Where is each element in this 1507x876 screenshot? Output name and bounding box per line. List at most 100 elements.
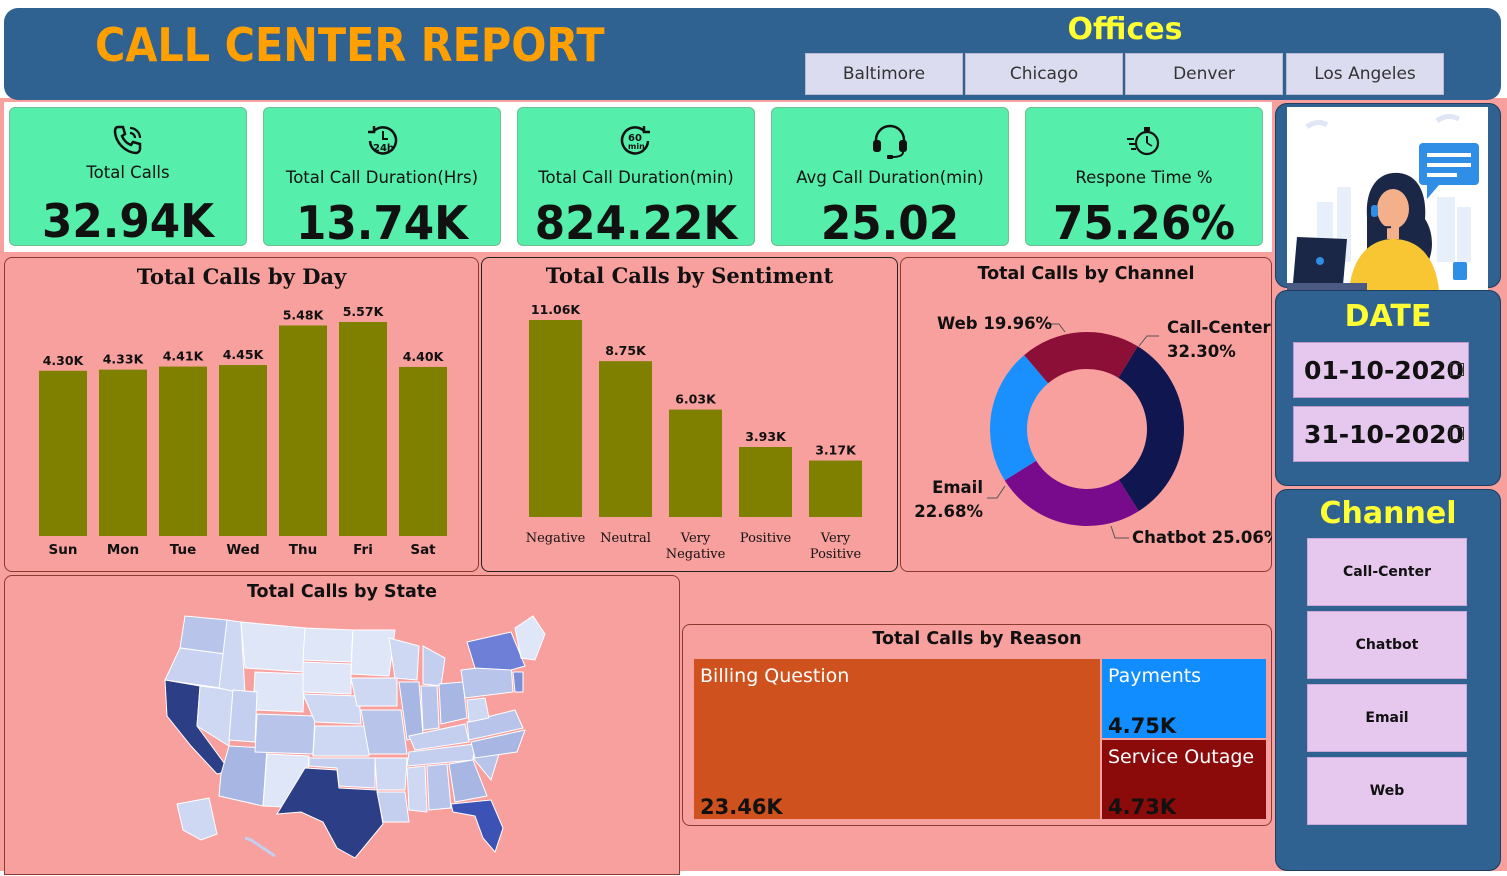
slice-label: Email	[932, 478, 983, 497]
donut-slice[interactable]	[1004, 460, 1139, 526]
chart-calls-by-sentiment: 11.06KNegative8.75KNeutral6.03KVeryNegat…	[526, 302, 862, 562]
state-michigan	[422, 645, 446, 687]
bar[interactable]	[39, 370, 87, 536]
panel-calls-by-day: Total Calls by Day 4.30K Sun 4.33K Mon 4.41K…	[4, 257, 479, 572]
kpi-label: Avg Call Duration(min)	[796, 168, 984, 187]
slice-label: Web 19.96%	[937, 314, 1053, 333]
bar[interactable]	[599, 361, 652, 517]
date-label: DATE	[1344, 299, 1432, 334]
state-minnesota	[350, 629, 396, 677]
data-label: 11.06K	[531, 302, 582, 317]
bar[interactable]	[669, 409, 722, 517]
category-label: Fri	[353, 542, 373, 558]
data-label: 4.41K	[163, 349, 205, 364]
bar[interactable]	[219, 365, 267, 536]
category-label: Negative	[526, 531, 586, 546]
treemap-tile-billing-question[interactable]: Billing Question 23.46K	[693, 658, 1101, 820]
panel-calls-by-reason: Total Calls by Reason Billing Question 2…	[682, 624, 1272, 826]
kpi-value: 824.22K	[534, 196, 738, 250]
bar[interactable]	[339, 322, 387, 536]
kpi-card-total-call-duration-min: 60 min Total Call Duration(min) 824.22K	[517, 107, 755, 250]
state-iowa	[350, 677, 398, 707]
treemap-value: 4.73K	[1108, 795, 1177, 819]
state-utah	[228, 689, 258, 743]
calendar-icon[interactable]	[1450, 363, 1464, 376]
state-hawaii	[244, 836, 276, 858]
phone-icon	[10, 122, 246, 158]
us-state-map[interactable]	[5, 576, 681, 876]
treemap-value: 23.46K	[700, 795, 783, 819]
channel-button-web[interactable]: Web	[1307, 757, 1467, 825]
kpi-label: Total Call Duration(Hrs)	[285, 168, 479, 187]
category-label: Neutral	[600, 531, 651, 546]
date-to-value: 31-10-2020	[1304, 419, 1464, 449]
office-button-baltimore[interactable]: Baltimore	[805, 53, 963, 95]
kpi-label: Total Call Duration(min)	[538, 168, 734, 187]
category-label: Mon	[107, 542, 139, 558]
data-label: 4.45K	[223, 347, 265, 362]
donut-slice[interactable]	[990, 355, 1049, 481]
kpi-value: 32.94K	[41, 194, 215, 248]
report-title: CALL CENTER REPORT	[95, 18, 605, 72]
state-louisiana	[376, 791, 410, 823]
date-from-field[interactable]: 01-10-2020	[1293, 342, 1469, 398]
bar[interactable]	[529, 320, 582, 517]
state-new-york	[466, 631, 526, 671]
donut-slice[interactable]	[1118, 346, 1184, 512]
category-label: Wed	[226, 542, 259, 558]
state-washington	[179, 615, 228, 655]
leader-line	[1138, 335, 1159, 347]
channel-label: Channel	[1319, 496, 1457, 531]
office-button-chicago[interactable]: Chicago	[965, 53, 1123, 95]
channel-button-chatbot[interactable]: Chatbot	[1307, 611, 1467, 679]
chart-title: Total Calls by Reason	[872, 629, 1082, 649]
state-alaska	[176, 797, 218, 841]
data-label: 4.40K	[403, 349, 445, 364]
data-label: 4.30K	[43, 353, 85, 368]
bar[interactable]	[99, 369, 147, 536]
category-label: Positive	[740, 531, 792, 546]
treemap-tile-payments[interactable]: Payments 4.75K	[1101, 658, 1267, 739]
category-label: Sat	[410, 542, 436, 558]
state-missouri	[360, 709, 408, 755]
panel-calls-by-sentiment: Total Calls by Sentiment 11.06K Negative 8…	[481, 257, 898, 572]
kpi-value: 25.02	[820, 196, 960, 250]
bar[interactable]	[809, 460, 862, 517]
state-arkansas	[374, 757, 408, 791]
chart-calls-by-day: 4.30K Sun 4.33K Mon 4.41K Tue 4.45K Wed 5.48K Thu…	[39, 304, 447, 558]
office-button-los-angeles[interactable]: Los Angeles	[1286, 53, 1444, 95]
date-to-field[interactable]: 31-10-2020	[1293, 406, 1469, 462]
calendar-icon[interactable]	[1450, 427, 1464, 440]
bar[interactable]	[159, 366, 207, 536]
slice-label: Call-Center	[1167, 318, 1272, 337]
kpi-card-response-time: Respone Time % 75.26%	[1025, 107, 1263, 250]
bar[interactable]	[739, 446, 792, 517]
state-west-virginia	[466, 697, 490, 723]
bar[interactable]	[399, 366, 447, 536]
treemap-tile-service-outage[interactable]: Service Outage 4.73K	[1101, 739, 1267, 820]
leader-line	[1110, 525, 1129, 539]
category-label: Very	[820, 531, 851, 546]
channel-button-email[interactable]: Email	[1307, 684, 1467, 752]
bar[interactable]	[279, 325, 327, 536]
treemap-label: Payments	[1108, 665, 1202, 687]
channel-button-call-center[interactable]: Call-Center	[1307, 538, 1467, 606]
state-wyoming	[252, 671, 306, 713]
svg-text:24h: 24h	[373, 143, 394, 154]
kpi-value: 75.26%	[1052, 196, 1236, 250]
date-from-value: 01-10-2020	[1304, 355, 1464, 385]
state-arizona	[218, 745, 268, 807]
svg-text:min: min	[628, 142, 645, 151]
state-florida	[450, 799, 504, 853]
stopwatch-icon	[1026, 122, 1262, 158]
data-label: 5.57K	[343, 304, 385, 319]
state-mississippi	[406, 765, 428, 813]
treemap-label: Billing Question	[700, 665, 850, 687]
chart-calls-by-channel: Call-Center 32.30% Chatbot 25.06% Email 22.6…	[914, 314, 1273, 547]
data-label: 8.75K	[605, 343, 647, 358]
panel-calls-by-channel: Total Calls by Channel Call-Center 32.30%…	[900, 257, 1273, 572]
state-montana	[240, 621, 306, 673]
slice-label: 32.30%	[1167, 342, 1236, 361]
office-button-denver[interactable]: Denver	[1125, 53, 1283, 95]
state-ohio	[438, 681, 468, 725]
